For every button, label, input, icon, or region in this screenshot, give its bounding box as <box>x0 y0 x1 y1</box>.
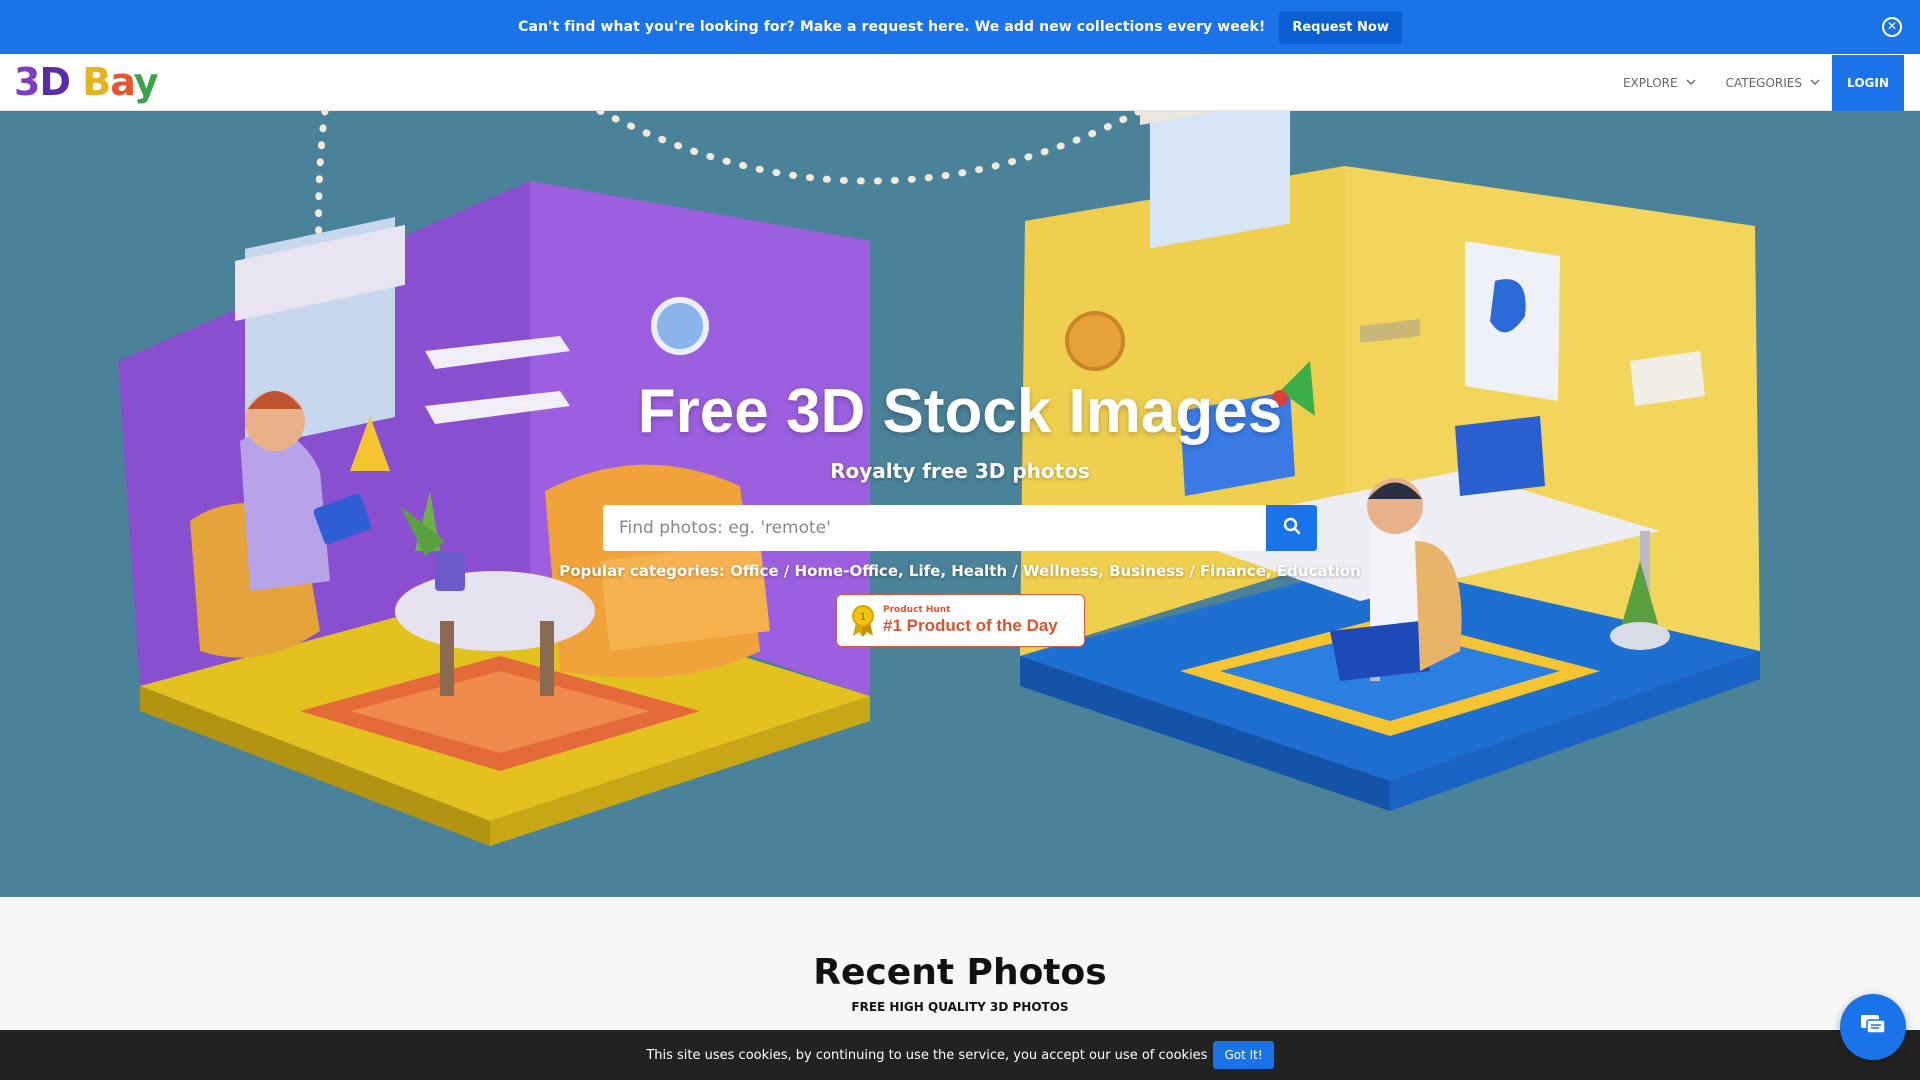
hero-title: Free 3D Stock Images <box>637 377 1283 446</box>
svg-text:1: 1 <box>860 612 866 623</box>
announcement-bar: Can't find what you're looking for? Make… <box>0 0 1920 54</box>
got-it-button[interactable]: Got It! <box>1213 1041 1274 1069</box>
cookie-bar: This site uses cookies, by continuing to… <box>0 1030 1920 1080</box>
search-bar <box>603 505 1317 551</box>
login-button[interactable]: LOGIN <box>1832 55 1904 111</box>
chevron-down-icon <box>1810 77 1820 88</box>
category-link-office[interactable]: Office / Home-Office <box>730 562 898 580</box>
popular-label: Popular categories: <box>559 562 725 580</box>
product-hunt-badge[interactable]: 1 Product Hunt #1 Product of the Day <box>836 594 1085 647</box>
chat-button[interactable] <box>1840 994 1906 1060</box>
search-button[interactable] <box>1266 505 1317 551</box>
hero-subtitle: Royalty free 3D photos <box>830 459 1090 483</box>
category-link-business[interactable]: Business / Finance <box>1109 562 1266 580</box>
category-link-life[interactable]: Life <box>909 562 940 580</box>
hero-illustration <box>118 111 1760 846</box>
logo[interactable]: 3D Bay <box>14 60 158 104</box>
product-hunt-award: #1 Product of the Day <box>883 616 1058 635</box>
recent-photos-subtitle: FREE HIGH QUALITY 3D PHOTOS <box>851 1000 1069 1014</box>
search-input[interactable] <box>603 505 1267 551</box>
nav-links: EXPLORE CATEGORIES <box>1593 54 1820 111</box>
recent-photos-title: Recent Photos <box>813 952 1107 993</box>
product-hunt-label: Product Hunt <box>883 605 951 615</box>
navbar: 3D Bay EXPLORE CATEGORIES LOGIN <box>0 54 1920 111</box>
close-icon[interactable]: ✕ <box>1882 17 1902 37</box>
chevron-down-icon <box>1686 77 1696 88</box>
category-link-health[interactable]: Health / Wellness <box>951 562 1098 580</box>
nav-categories-label: CATEGORIES <box>1725 75 1802 90</box>
product-hunt-text: Product Hunt #1 Product of the Day <box>883 605 1058 636</box>
recent-photos-section: Recent Photos FREE HIGH QUALITY 3D PHOTO… <box>0 897 1920 1030</box>
category-link-education[interactable]: Education <box>1277 562 1361 580</box>
hero-section: Free 3D Stock Images Royalty free 3D pho… <box>0 111 1920 897</box>
nav-explore[interactable]: EXPLORE <box>1623 76 1696 90</box>
popular-categories: Popular categories: Office / Home-Office… <box>559 562 1361 580</box>
nav-categories[interactable]: CATEGORIES <box>1726 76 1820 90</box>
medal-icon: 1 <box>851 604 875 638</box>
request-now-button[interactable]: Request Now <box>1279 10 1402 44</box>
search-icon <box>1283 517 1301 539</box>
chat-icon <box>1859 1013 1887 1041</box>
announcement-text: Can't find what you're looking for? Make… <box>518 19 1266 35</box>
nav-explore-label: EXPLORE <box>1622 75 1678 90</box>
cookie-text: This site uses cookies, by continuing to… <box>646 1047 1208 1063</box>
